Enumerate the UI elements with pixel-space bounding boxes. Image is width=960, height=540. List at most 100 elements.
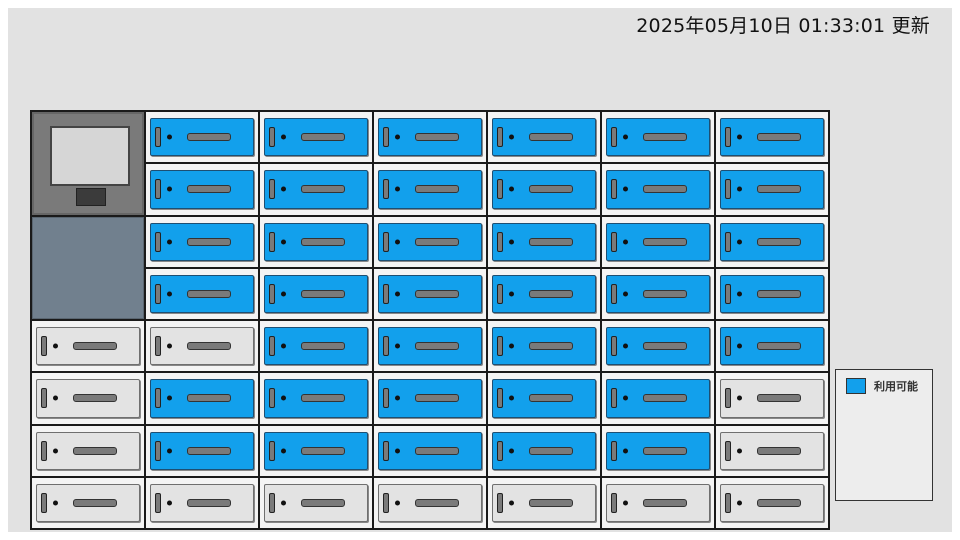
locker-door-available	[720, 327, 824, 366]
legend-available-label: 利用可能	[874, 380, 918, 393]
locker-slot-icon	[187, 342, 231, 351]
locker-cell[interactable]	[716, 425, 828, 476]
locker-cell[interactable]	[488, 425, 600, 476]
locker-cell[interactable]	[602, 373, 714, 424]
locker-door-available	[150, 379, 254, 418]
locker-cell[interactable]	[260, 268, 372, 319]
locker-cell[interactable]	[602, 112, 714, 163]
locker-cell[interactable]	[260, 373, 372, 424]
locker-slot-icon	[415, 394, 459, 403]
locker-cell[interactable]	[146, 112, 258, 163]
locker-keyhole-icon	[737, 448, 742, 454]
locker-handle-icon	[269, 492, 275, 513]
locker-cell[interactable]	[716, 164, 828, 215]
locker-cell[interactable]	[260, 112, 372, 163]
locker-cell[interactable]	[716, 112, 828, 163]
locker-slot-icon	[643, 498, 687, 507]
locker-handle-icon	[155, 388, 161, 409]
locker-cell[interactable]	[488, 112, 600, 163]
locker-cell[interactable]	[374, 164, 486, 215]
locker-door-in-use	[606, 483, 710, 522]
locker-handle-icon	[41, 440, 47, 461]
locker-cell[interactable]	[602, 425, 714, 476]
locker-cell[interactable]	[602, 268, 714, 319]
locker-cell[interactable]	[602, 216, 714, 267]
locker-slot-icon	[301, 342, 345, 351]
locker-cell[interactable]	[374, 425, 486, 476]
locker-door-available	[378, 327, 482, 366]
locker-cell[interactable]	[260, 425, 372, 476]
locker-door-in-use	[36, 483, 140, 522]
locker-cell[interactable]	[260, 164, 372, 215]
locker-keyhole-icon	[737, 343, 742, 349]
locker-door-available	[606, 431, 710, 470]
locker-slot-icon	[529, 342, 573, 351]
locker-slot-icon	[529, 185, 573, 194]
locker-cell[interactable]	[32, 373, 144, 424]
terminal-display	[50, 126, 130, 186]
locker-keyhole-icon	[281, 291, 286, 297]
locker-cell[interactable]	[374, 373, 486, 424]
locker-cell[interactable]	[374, 216, 486, 267]
locker-slot-icon	[73, 498, 117, 507]
locker-cell[interactable]	[260, 216, 372, 267]
locker-cell[interactable]	[602, 477, 714, 528]
locker-slot-icon	[529, 289, 573, 298]
locker-slot-icon	[187, 289, 231, 298]
locker-cell[interactable]	[32, 477, 144, 528]
locker-handle-icon	[155, 336, 161, 357]
locker-cell[interactable]	[260, 477, 372, 528]
locker-handle-icon	[497, 283, 503, 304]
locker-door-in-use	[492, 483, 596, 522]
locker-cell[interactable]	[32, 321, 144, 372]
locker-slot-icon	[187, 133, 231, 142]
locker-cell[interactable]	[146, 164, 258, 215]
locker-cell[interactable]	[488, 373, 600, 424]
locker-slot-icon	[643, 446, 687, 455]
locker-cell[interactable]	[146, 216, 258, 267]
locker-cell[interactable]	[716, 321, 828, 372]
locker-cell[interactable]	[32, 425, 144, 476]
locker-keyhole-icon	[167, 343, 172, 349]
locker-cell[interactable]	[146, 477, 258, 528]
locker-cell[interactable]	[260, 321, 372, 372]
locker-door-available	[492, 431, 596, 470]
locker-cell[interactable]	[716, 477, 828, 528]
locker-keyhole-icon	[623, 186, 628, 192]
locker-cell[interactable]	[716, 216, 828, 267]
locker-cell[interactable]	[488, 164, 600, 215]
locker-slot-icon	[529, 498, 573, 507]
locker-cell[interactable]	[374, 268, 486, 319]
locker-door-available	[720, 118, 824, 157]
locker-handle-icon	[725, 492, 731, 513]
locker-keyhole-icon	[737, 395, 742, 401]
locker-door-available	[264, 118, 368, 157]
locker-cell[interactable]	[374, 321, 486, 372]
locker-cell[interactable]	[602, 164, 714, 215]
locker-cell[interactable]	[146, 425, 258, 476]
locker-cell[interactable]	[146, 321, 258, 372]
locker-keyhole-icon	[53, 500, 58, 506]
locker-keyhole-icon	[281, 239, 286, 245]
locker-door-available	[264, 170, 368, 209]
locker-slot-icon	[187, 237, 231, 246]
locker-keyhole-icon	[623, 343, 628, 349]
locker-door-available	[606, 327, 710, 366]
locker-cell[interactable]	[146, 373, 258, 424]
locker-cell[interactable]	[716, 373, 828, 424]
locker-cell[interactable]	[374, 112, 486, 163]
locker-keyhole-icon	[281, 134, 286, 140]
locker-cell[interactable]	[146, 268, 258, 319]
locker-cell[interactable]	[488, 216, 600, 267]
locker-keyhole-icon	[395, 500, 400, 506]
locker-cell[interactable]	[488, 268, 600, 319]
locker-cell[interactable]	[374, 477, 486, 528]
locker-slot-icon	[301, 498, 345, 507]
locker-cell[interactable]	[602, 321, 714, 372]
locker-handle-icon	[269, 440, 275, 461]
locker-handle-icon	[383, 283, 389, 304]
locker-cell[interactable]	[488, 321, 600, 372]
locker-cell[interactable]	[488, 477, 600, 528]
locker-cell[interactable]	[716, 268, 828, 319]
locker-door-in-use	[720, 483, 824, 522]
